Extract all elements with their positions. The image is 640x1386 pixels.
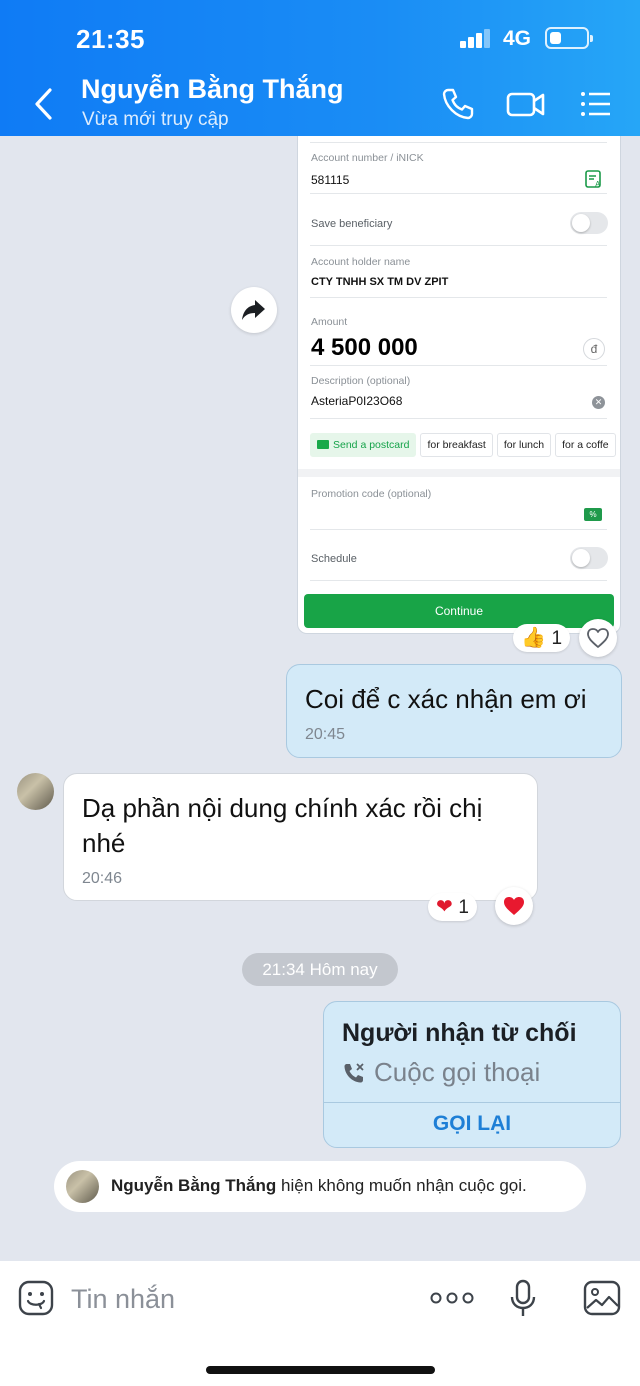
account-holder-value: CTY TNHH SX TM DV ZPIT [311, 276, 449, 288]
schedule-label: Schedule [311, 553, 357, 565]
amount-label: Amount [311, 316, 348, 328]
signal-icon [460, 28, 492, 48]
system-notice-text: Nguyễn Bằng Thắng hiện không muốn nhận c… [111, 1176, 527, 1195]
chip: for breakfast [420, 433, 493, 457]
call-back-button[interactable]: GỌI LẠI [324, 1112, 620, 1136]
chat-header: 21:35 4G Nguyễn Bằng Thắng Vừa mới truy … [0, 0, 640, 136]
chip: for lunch [496, 433, 552, 457]
description-value: AsteriaP0I23O68 [311, 394, 403, 408]
microphone-icon[interactable] [508, 1279, 538, 1319]
message-bubble-received[interactable]: Dạ phần nội dung chính xác rồi chị nhé 2… [63, 773, 538, 901]
contact-avatar[interactable] [17, 773, 54, 810]
message-text: Coi để c xác nhận em ơi [305, 684, 587, 714]
heart-filled-icon [504, 897, 524, 915]
save-beneficiary-toggle [570, 212, 608, 234]
react-button[interactable] [495, 887, 533, 925]
description-chips: Send a postcard for breakfast for lunch for… [310, 433, 620, 457]
sticker-emoji-icon[interactable] [18, 1280, 54, 1316]
forward-button[interactable] [231, 287, 277, 333]
account-number-value: 581115 [311, 173, 350, 187]
video-call-icon[interactable] [506, 86, 546, 122]
contact-status: Vừa mới truy cập [82, 109, 229, 130]
promotion-code-label: Promotion code (optional) [311, 488, 432, 500]
thumbs-up-icon: 👍 [521, 627, 546, 649]
message-time: 20:45 [305, 726, 346, 743]
forward-icon [242, 300, 265, 320]
save-beneficiary-label: Save beneficiary [311, 218, 393, 230]
reaction-count: 1 [551, 628, 563, 649]
declined-call-icon [344, 1063, 364, 1083]
status-time: 21:35 [76, 24, 145, 54]
image-gallery-icon[interactable] [583, 1280, 621, 1316]
battery-icon [545, 27, 593, 49]
contact-avatar [66, 1170, 99, 1203]
home-indicator [206, 1366, 435, 1374]
menu-list-icon[interactable] [578, 86, 614, 122]
svg-text:A: A [595, 180, 601, 189]
chip-send-postcard: Send a postcard [310, 433, 417, 457]
schedule-toggle [570, 547, 608, 569]
account-holder-label: Account holder name [311, 256, 411, 268]
account-number-label: Account number / iNICK [311, 152, 424, 164]
back-icon[interactable] [28, 84, 60, 124]
more-options-icon[interactable] [430, 1289, 474, 1307]
missed-call-card[interactable]: Người nhận từ chối Cuộc gọi thoại GỌI LẠ… [323, 1001, 621, 1148]
section-divider [298, 469, 620, 477]
transfer-screenshot-image[interactable]: Account number / iNICK 581115 A Save ben… [297, 136, 621, 634]
reaction-count: 1 [458, 897, 469, 918]
message-input[interactable] [71, 1283, 391, 1315]
divider [324, 1102, 620, 1103]
description-label: Description (optional) [311, 375, 411, 387]
contact-card-icon: A [585, 170, 601, 189]
continue-button: Continue [304, 594, 614, 628]
message-bubble-sent[interactable]: Coi để c xác nhận em ơi 20:45 [286, 664, 622, 758]
reaction-summary[interactable]: ❤ 1 [428, 893, 477, 921]
system-notice: Nguyễn Bằng Thắng hiện không muốn nhận c… [54, 1161, 586, 1212]
call-type: Cuộc gọi thoại [374, 1057, 541, 1087]
message-time: 20:46 [82, 870, 123, 887]
heart-icon: ❤ [436, 896, 453, 918]
amount-value: 4 500 000 [311, 334, 418, 361]
phone-call-icon[interactable] [440, 86, 476, 122]
call-title: Người nhận từ chối [342, 1019, 577, 1047]
reaction-summary[interactable]: 👍 1 [513, 624, 571, 652]
react-button[interactable] [579, 619, 617, 657]
promo-icon: % [584, 508, 602, 521]
message-text: Dạ phần nội dung chính xác rồi chị nhé [82, 793, 483, 858]
heart-outline-icon [587, 628, 609, 648]
postcard-icon [317, 440, 329, 449]
clear-icon: ✕ [592, 396, 605, 409]
contact-name[interactable]: Nguyễn Bằng Thắng [81, 74, 344, 105]
network-type: 4G [503, 27, 532, 50]
date-separator: 21:34 Hôm nay [242, 953, 398, 986]
chip: for a coffe [555, 433, 616, 457]
currency-icon: đ [583, 338, 605, 360]
